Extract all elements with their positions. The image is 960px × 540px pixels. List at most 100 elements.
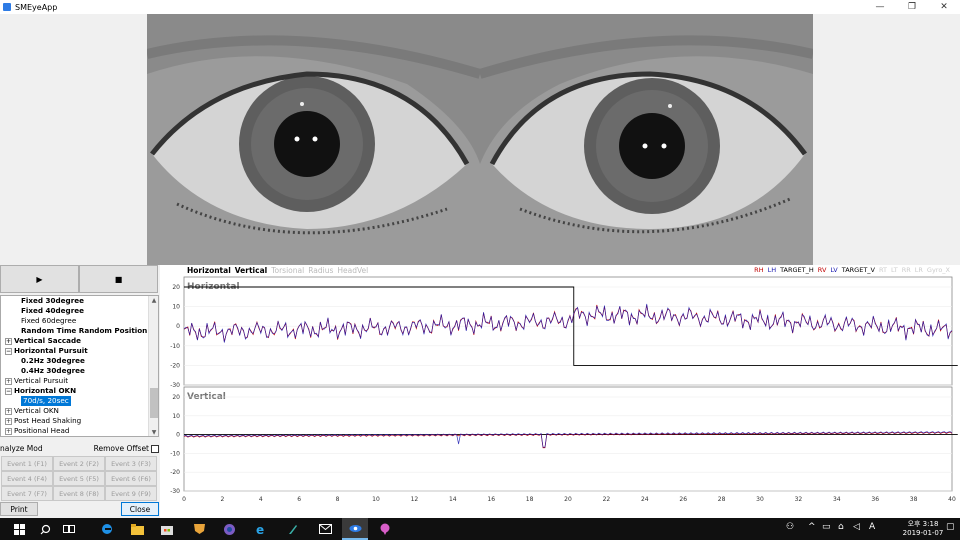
tree-item[interactable]: + Vertical OKN xyxy=(1,406,149,416)
tree-item-label: 0.2Hz 30degree xyxy=(21,356,85,365)
tree-expander-icon[interactable]: + xyxy=(5,377,12,385)
event-button[interactable]: Event 2 (F2) xyxy=(53,456,105,471)
app-taskbar-button-2[interactable] xyxy=(218,518,240,540)
stop-button[interactable]: ■ xyxy=(79,265,158,293)
play-button[interactable]: ▶ xyxy=(0,265,79,293)
tab-horizontal[interactable]: Horizontal xyxy=(187,266,231,276)
tab-headvel[interactable]: HeadVel xyxy=(337,266,368,276)
event-button[interactable]: Event 8 (F8) xyxy=(53,486,105,501)
event-button[interactable]: Event 3 (F3) xyxy=(105,456,157,471)
scroll-up-icon[interactable]: ▲ xyxy=(149,296,158,306)
internet-explorer-icon: e xyxy=(256,523,264,535)
event-button[interactable]: Event 7 (F7) xyxy=(1,486,53,501)
tree-item[interactable]: Random Time Random Position xyxy=(1,326,149,336)
tab-radius[interactable]: Radius xyxy=(308,266,333,276)
legend-target_h[interactable]: TARGET_H xyxy=(780,266,814,276)
tab-vertical[interactable]: Vertical xyxy=(235,266,267,276)
battery-icon[interactable]: ▭ xyxy=(822,522,831,532)
clock[interactable]: 오후 3:18 2019-01-07 xyxy=(900,520,946,538)
scroll-down-icon[interactable]: ▼ xyxy=(149,428,158,436)
start-button[interactable] xyxy=(4,518,34,540)
search-button[interactable] xyxy=(34,518,56,540)
eye-movement-graph: Horizontal 20 10 0 -10 -20 -30 Vertical 20 10 0 -10… xyxy=(160,265,960,518)
tree-item[interactable]: + Post Head Shaking xyxy=(1,416,149,426)
x-tick-label: 2 xyxy=(220,496,224,503)
tree-item[interactable]: 0.4Hz 30degree xyxy=(1,366,149,376)
tree-expander-icon[interactable]: + xyxy=(5,417,12,425)
pin-icon xyxy=(380,523,390,535)
app-taskbar-button-4[interactable] xyxy=(374,518,396,540)
right-eye-image xyxy=(147,14,480,265)
ime-indicator[interactable]: A xyxy=(869,522,875,532)
tree-item-label: Fixed 30degree xyxy=(21,296,84,305)
window-title: SMEyeApp xyxy=(15,2,58,12)
store-taskbar-button[interactable] xyxy=(156,518,178,540)
event-button[interactable]: Event 1 (F1) xyxy=(1,456,53,471)
legend-rv[interactable]: RV xyxy=(818,266,827,276)
tree-item[interactable]: − Horizontal Pursuit xyxy=(1,346,149,356)
tree-expander-icon[interactable]: + xyxy=(5,427,12,435)
event-button[interactable]: Event 9 (F9) xyxy=(105,486,157,501)
tree-item[interactable]: + Positional Head xyxy=(1,426,149,436)
explorer-taskbar-button[interactable] xyxy=(126,518,148,540)
notifications-icon[interactable]: ▢ xyxy=(946,522,955,532)
x-tick-label: 12 xyxy=(411,496,419,503)
tree-item[interactable]: 70d/s, 20sec xyxy=(1,396,149,406)
app-taskbar-button-3[interactable] xyxy=(282,518,304,540)
tree-expander-icon[interactable]: + xyxy=(5,337,12,345)
network-icon[interactable]: ⌂ xyxy=(838,522,844,532)
legend-rr[interactable]: RR xyxy=(902,266,911,276)
remove-offset-checkbox[interactable] xyxy=(151,444,159,453)
legend-lt[interactable]: LT xyxy=(891,266,898,276)
tree-item[interactable]: + Vertical Saccade xyxy=(1,336,149,346)
legend-lh[interactable]: LH xyxy=(768,266,777,276)
tree-expander-icon[interactable]: − xyxy=(5,347,12,355)
tree-item[interactable]: Fixed 30degree xyxy=(1,296,149,306)
legend-gyro_x[interactable]: Gyro_X xyxy=(927,266,950,276)
tree-item-label: Post Head Shaking xyxy=(14,416,82,425)
event-button[interactable]: Event 6 (F6) xyxy=(105,471,157,486)
tree-item[interactable]: 0.2Hz 30degree xyxy=(1,356,149,366)
scroll-thumb[interactable] xyxy=(150,388,158,418)
store-icon xyxy=(161,526,173,535)
title-bar: SMEyeApp — ❐ ✕ xyxy=(0,0,960,14)
maximize-button[interactable]: ❐ xyxy=(896,0,928,14)
tree-item[interactable]: Fixed 60degree xyxy=(1,316,149,326)
x-tick-label: 16 xyxy=(487,496,495,503)
close-button[interactable]: Close xyxy=(121,502,159,516)
app-taskbar-button-1[interactable] xyxy=(188,518,210,540)
tray-chevron-icon[interactable]: ^ xyxy=(808,522,816,532)
legend-rt[interactable]: RT xyxy=(879,266,887,276)
ie-taskbar-button[interactable]: e xyxy=(250,518,272,540)
tree-item[interactable]: − Horizontal OKN xyxy=(1,386,149,396)
tab-torsional[interactable]: Torsional xyxy=(271,266,304,276)
print-button[interactable]: Print xyxy=(0,502,38,516)
event-button[interactable]: Event 5 (F5) xyxy=(53,471,105,486)
task-view-button[interactable] xyxy=(58,518,80,540)
volume-icon[interactable]: ◁ xyxy=(853,522,860,532)
tree-expander-icon[interactable]: − xyxy=(5,387,12,395)
tree-scrollbar[interactable]: ▲ ▼ xyxy=(148,296,158,436)
edge-taskbar-button[interactable] xyxy=(96,518,118,540)
windows-icon xyxy=(13,523,25,535)
legend-rh[interactable]: RH xyxy=(754,266,763,276)
close-window-button[interactable]: ✕ xyxy=(928,0,960,14)
smeyeapp-taskbar-button[interactable] xyxy=(342,518,368,540)
x-tick-label: 4 xyxy=(259,496,263,503)
tree-item[interactable]: + Vertical Pursuit xyxy=(1,376,149,386)
y-tick-label: -10 xyxy=(170,343,180,350)
tree-item[interactable]: Fixed 40degree xyxy=(1,306,149,316)
legend-target_v[interactable]: TARGET_V xyxy=(842,266,875,276)
x-tick-label: 40 xyxy=(948,496,956,503)
x-tick-label: 14 xyxy=(449,496,457,503)
chart-svg: Horizontal20100-10-20-30Vertical20100-10… xyxy=(170,276,958,503)
legend-lr[interactable]: LR xyxy=(915,266,923,276)
test-tree[interactable]: Fixed 30degree Fixed 40degree Fixed 60degr… xyxy=(0,295,159,437)
tree-item[interactable]: +Positional Test xyxy=(1,436,149,437)
minimize-button[interactable]: — xyxy=(864,0,896,14)
people-icon[interactable]: ⚇ xyxy=(786,522,794,532)
legend-lv[interactable]: LV xyxy=(830,266,837,276)
event-button[interactable]: Event 4 (F4) xyxy=(1,471,53,486)
mail-taskbar-button[interactable] xyxy=(314,518,336,540)
tree-expander-icon[interactable]: + xyxy=(5,407,12,415)
